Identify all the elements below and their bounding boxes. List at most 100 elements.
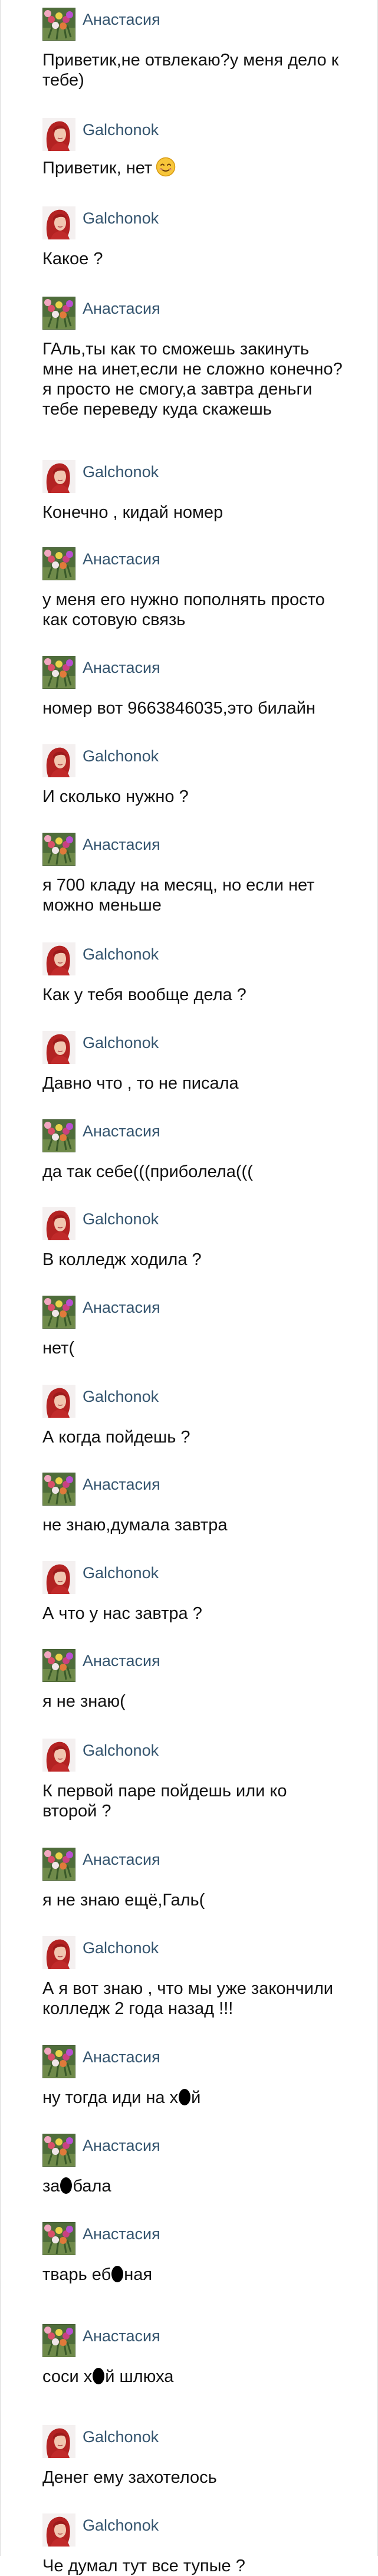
- message-text: К первой паре пойдешь или ко второй ?: [42, 1781, 343, 1821]
- sender-name[interactable]: Galchonok: [83, 747, 159, 765]
- message-text-part: соси х: [42, 2367, 93, 2386]
- censor-mark: [111, 2266, 124, 2282]
- message-text: Какое ?: [42, 249, 343, 269]
- sender-name[interactable]: Анастасия: [83, 1652, 160, 1670]
- avatar[interactable]: [42, 1119, 75, 1152]
- message-text-content: у меня его нужно пополнять просто как со…: [42, 590, 325, 629]
- message-header: Анастасия: [42, 1296, 160, 1329]
- avatar[interactable]: [42, 8, 75, 41]
- message-text: я не знаю ещё,Галь(: [42, 1890, 343, 1910]
- message-text-content: Давно что , то не писала: [42, 1074, 239, 1093]
- message-text-content: нет(: [42, 1339, 75, 1358]
- avatar[interactable]: [42, 118, 75, 151]
- sender-name[interactable]: Анастасия: [83, 1122, 160, 1141]
- message-text: у меня его нужно пополнять просто как со…: [42, 590, 343, 630]
- sender-name[interactable]: Анастасия: [83, 836, 160, 854]
- message-text: А когда пойдешь ?: [42, 1427, 343, 1447]
- message-text-content: Как у тебя вообще дела ?: [42, 985, 246, 1004]
- sender-name[interactable]: Анастасия: [83, 11, 160, 29]
- message-text-content: К первой паре пойдешь или ко второй ?: [42, 1782, 287, 1821]
- message-header: Анастасия: [42, 656, 160, 689]
- message-text: А что у нас завтра ?: [42, 1604, 343, 1624]
- avatar[interactable]: [42, 942, 75, 975]
- avatar[interactable]: [42, 2513, 75, 2547]
- avatar[interactable]: [42, 833, 75, 866]
- message-header: Galchonok: [42, 2425, 159, 2458]
- sender-name[interactable]: Galchonok: [83, 1742, 159, 1760]
- avatar[interactable]: [42, 1848, 75, 1881]
- message-header: Анастасия: [42, 2045, 160, 2078]
- avatar[interactable]: [42, 1936, 75, 1969]
- avatar[interactable]: [42, 2222, 75, 2255]
- message-header: Galchonok: [42, 118, 159, 151]
- message-text-content: Какое ?: [42, 249, 103, 268]
- sender-name[interactable]: Анастасия: [83, 1851, 160, 1869]
- message-text: я не знаю(: [42, 1691, 343, 1711]
- sender-name[interactable]: Анастасия: [83, 300, 160, 318]
- sender-name[interactable]: Galchonok: [83, 945, 159, 964]
- sender-name[interactable]: Анастасия: [83, 2225, 160, 2243]
- message-header: Анастасия: [42, 833, 160, 866]
- sender-name[interactable]: Galchonok: [83, 121, 159, 139]
- message-header: Анастасия: [42, 1848, 160, 1881]
- avatar[interactable]: [42, 2134, 75, 2167]
- message-header: Galchonok: [42, 942, 159, 975]
- message-header: Galchonok: [42, 744, 159, 777]
- message-text: ну тогда иди на х й: [42, 2088, 343, 2108]
- censor-mark: [179, 2089, 191, 2105]
- message-header: Galchonok: [42, 1031, 159, 1064]
- message-text-part: ная: [124, 2265, 153, 2284]
- message-text-content: номер вот 9663846035,это билайн: [42, 699, 316, 718]
- avatar[interactable]: [42, 460, 75, 493]
- message-text: Че думал тут все тупые ?: [42, 2556, 343, 2576]
- message-header: Galchonok: [42, 460, 159, 493]
- avatar[interactable]: [42, 1473, 75, 1506]
- sender-name[interactable]: Galchonok: [83, 2428, 159, 2446]
- avatar[interactable]: [42, 2425, 75, 2458]
- message-text: нет(: [42, 1338, 343, 1358]
- sender-name[interactable]: Galchonok: [83, 2516, 159, 2535]
- message-text-part: за: [42, 2177, 60, 2196]
- message-text-content: да так себе(((приболела(((: [42, 1162, 253, 1181]
- message-header: Galchonok: [42, 206, 159, 239]
- avatar[interactable]: [42, 2324, 75, 2357]
- sender-name[interactable]: Galchonok: [83, 1210, 159, 1228]
- sender-name[interactable]: Galchonok: [83, 463, 159, 481]
- avatar[interactable]: [42, 2045, 75, 2078]
- sender-name[interactable]: Galchonok: [83, 1939, 159, 1957]
- avatar[interactable]: [42, 1207, 75, 1240]
- avatar[interactable]: [42, 206, 75, 239]
- sender-name[interactable]: Galchonok: [83, 209, 159, 228]
- message-header: Анастасия: [42, 2134, 160, 2167]
- avatar[interactable]: [42, 656, 75, 689]
- message-header: Анастасия: [42, 1473, 160, 1506]
- avatar[interactable]: [42, 297, 75, 330]
- sender-name[interactable]: Galchonok: [83, 1034, 159, 1052]
- message-header: Galchonok: [42, 1561, 159, 1594]
- message-text: да так себе(((приболела(((: [42, 1162, 343, 1182]
- avatar[interactable]: [42, 1739, 75, 1772]
- message-text: тварь еб ная: [42, 2265, 343, 2285]
- sender-name[interactable]: Анастасия: [83, 2137, 160, 2155]
- avatar[interactable]: [42, 1385, 75, 1418]
- sender-name[interactable]: Galchonok: [83, 1564, 159, 1582]
- avatar[interactable]: [42, 1031, 75, 1064]
- avatar[interactable]: [42, 744, 75, 777]
- message-header: Анастасия: [42, 1119, 160, 1152]
- avatar[interactable]: [42, 1296, 75, 1329]
- message-text-content: я 700 кладу на месяц, но если нет можно …: [42, 876, 315, 915]
- avatar[interactable]: [42, 1649, 75, 1682]
- sender-name[interactable]: Анастасия: [83, 1299, 160, 1317]
- message-text: Конечно , кидай номер: [42, 502, 343, 523]
- message-text-part: ну тогда иди на х: [42, 2088, 179, 2107]
- sender-name[interactable]: Galchonok: [83, 1388, 159, 1406]
- message-text-part: й шлюха: [105, 2367, 174, 2386]
- sender-name[interactable]: Анастасия: [83, 2048, 160, 2066]
- message-text: В колледж ходила ?: [42, 1250, 343, 1270]
- sender-name[interactable]: Анастасия: [83, 550, 160, 569]
- avatar[interactable]: [42, 547, 75, 580]
- sender-name[interactable]: Анастасия: [83, 2327, 160, 2345]
- sender-name[interactable]: Анастасия: [83, 1476, 160, 1494]
- sender-name[interactable]: Анастасия: [83, 659, 160, 677]
- avatar[interactable]: [42, 1561, 75, 1594]
